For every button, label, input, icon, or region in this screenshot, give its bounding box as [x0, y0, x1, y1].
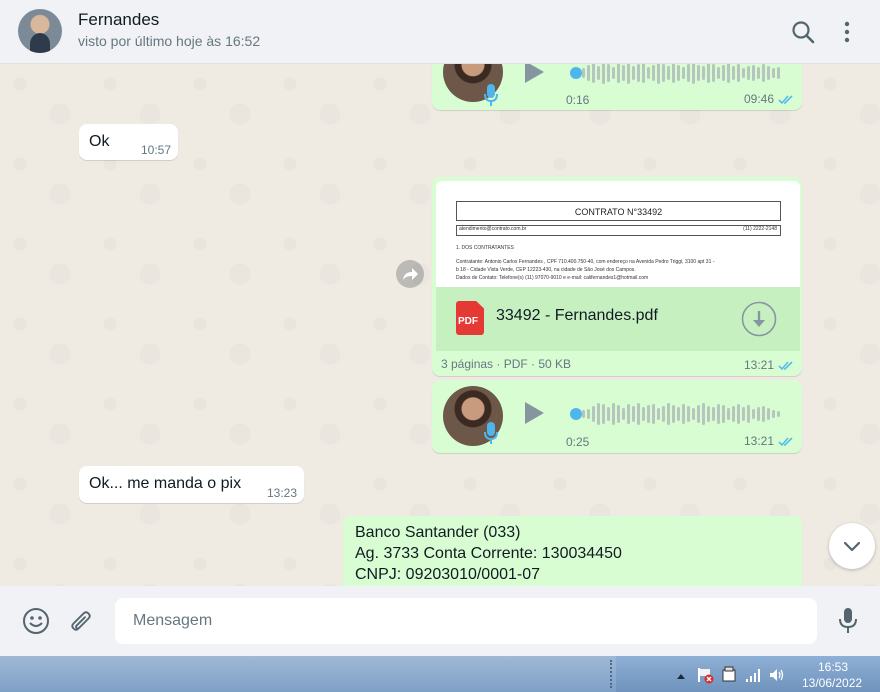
- read-ticks-icon: [778, 437, 793, 447]
- read-ticks-icon: [778, 95, 793, 105]
- audio-progress-dot[interactable]: [570, 408, 582, 420]
- message-time: 09:46: [744, 92, 775, 106]
- message-time: 13:21: [744, 434, 775, 448]
- contact-name[interactable]: Fernandes: [78, 10, 159, 30]
- last-seen-status: visto por último hoje às 16:52: [78, 33, 261, 49]
- document-file-row[interactable]: PDF 33492 - Fernandes.pdf: [436, 287, 800, 351]
- attach-icon[interactable]: [67, 607, 95, 635]
- message-time: 10:57: [141, 143, 172, 157]
- scroll-to-bottom-button[interactable]: [829, 523, 875, 569]
- pdf-badge: PDF: [458, 316, 478, 327]
- bank-line: Ag. 3733 Conta Corrente: 130034450: [355, 545, 622, 562]
- chevron-down-icon: [843, 541, 861, 552]
- document-message[interactable]: CONTRATO N°33492 atendimento@contrato.co…: [432, 177, 802, 376]
- preview-line1: Contratante: Antonio Carlos Fernandes , …: [456, 259, 715, 265]
- document-preview[interactable]: CONTRATO N°33492 atendimento@contrato.co…: [436, 181, 800, 287]
- audio-progress-dot[interactable]: [570, 67, 582, 79]
- message-time: 13:23: [267, 486, 298, 500]
- pdf-icon: PDF: [456, 301, 484, 335]
- audio-waveform[interactable]: [582, 64, 780, 85]
- emoji-icon[interactable]: [22, 607, 50, 635]
- show-hidden-icons-icon[interactable]: [676, 672, 686, 680]
- preview-title: CONTRATO N°33492: [456, 201, 781, 221]
- download-icon[interactable]: [741, 301, 777, 337]
- read-ticks-icon: [778, 361, 793, 371]
- preview-line3: Dados de Contato: Telefone(s) (11) 97070…: [456, 275, 649, 281]
- microphone-icon: [484, 84, 498, 106]
- action-center-flag-icon[interactable]: [696, 666, 714, 684]
- document-filename[interactable]: 33492 - Fernandes.pdf: [496, 307, 658, 325]
- contact-avatar[interactable]: [18, 9, 62, 53]
- clock-time[interactable]: 16:53: [818, 660, 848, 674]
- forward-arrow-icon: [403, 268, 418, 280]
- preview-phone: (11) 2222-2148: [743, 226, 777, 232]
- chat-header: Fernandes visto por último hoje às 16:52: [0, 0, 880, 64]
- network-signal-icon[interactable]: [744, 666, 762, 684]
- incoming-message[interactable]: Ok... me manda o pix 13:23: [79, 466, 304, 503]
- preview-section: 1. DOS CONTRATANTES: [456, 245, 514, 251]
- audio-message[interactable]: 0:25 13:21: [432, 380, 802, 453]
- microphone-icon[interactable]: [836, 607, 860, 635]
- device-icon[interactable]: [720, 666, 738, 684]
- composer-bar: [0, 586, 880, 656]
- outgoing-message[interactable]: Banco Santander (033) Ag. 3733 Conta Cor…: [343, 516, 802, 586]
- preview-line2: b 18 - Cidade Vista Verde, CEP 12223-430…: [456, 267, 636, 273]
- preview-email: atendimento@contrato.com.br: [459, 226, 527, 232]
- audio-duration: 0:16: [566, 93, 590, 107]
- message-time: 13:21: [744, 358, 775, 372]
- message-input[interactable]: [115, 598, 817, 644]
- chat-messages[interactable]: 0:16 09:46 Ok 10:57 CONTRATO N°33492 ate…: [0, 64, 880, 586]
- preview-contact-box: atendimento@contrato.com.br (11) 2222-21…: [456, 225, 781, 236]
- message-text: Ok: [89, 133, 110, 150]
- clock-date[interactable]: 13/06/2022: [802, 676, 862, 690]
- system-tray: 16:53 13/06/2022: [610, 656, 880, 692]
- microphone-icon: [484, 422, 498, 444]
- volume-icon[interactable]: [768, 666, 786, 684]
- tray-gripper[interactable]: [610, 660, 616, 688]
- audio-waveform[interactable]: [582, 402, 780, 426]
- menu-dots-icon[interactable]: [833, 18, 861, 46]
- message-text: Ok... me manda o pix: [89, 475, 242, 492]
- audio-message[interactable]: 0:16 09:46: [432, 64, 802, 110]
- incoming-message[interactable]: Ok 10:57: [79, 124, 178, 160]
- document-meta: 3 páginas · PDF · 50 KB: [441, 357, 572, 371]
- play-button[interactable]: [525, 402, 544, 424]
- search-icon[interactable]: [789, 18, 817, 46]
- bank-line: Banco Santander (033): [355, 524, 521, 541]
- windows-taskbar: 16:53 13/06/2022: [0, 656, 880, 692]
- audio-duration: 0:25: [566, 435, 590, 449]
- play-button[interactable]: [525, 64, 544, 83]
- bank-line: CNPJ: 09203010/0001-07: [355, 566, 541, 583]
- forward-button[interactable]: [396, 260, 424, 288]
